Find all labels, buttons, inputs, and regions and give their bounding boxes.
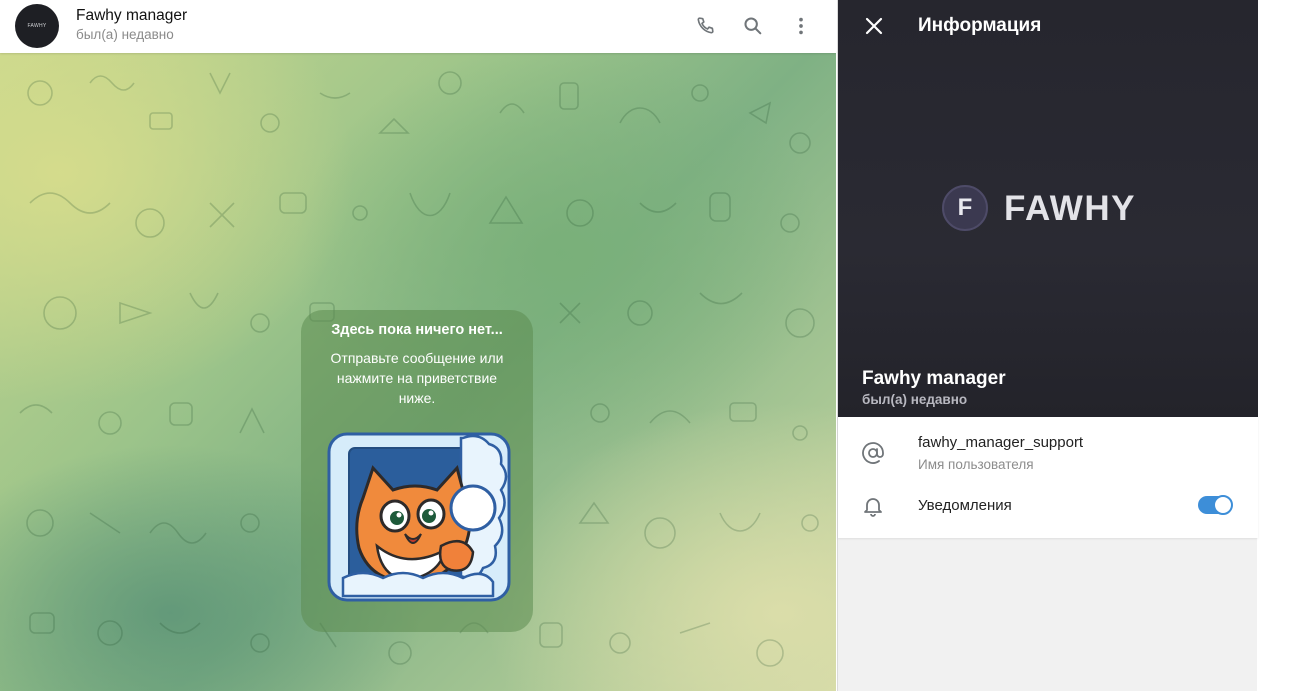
avatar-text: FAWHY xyxy=(27,23,47,29)
username-value[interactable]: fawhy_manager_support xyxy=(918,434,1083,451)
brand-logo-mark: F xyxy=(942,185,988,231)
chat-status: был(а) недавно xyxy=(76,27,174,42)
info-panel: Информация F FAWHY Fawhy manager был(а) … xyxy=(837,0,1258,691)
search-icon xyxy=(744,17,762,35)
at-sign-icon xyxy=(860,440,886,466)
username-caption: Имя пользователя xyxy=(918,457,1034,472)
more-button[interactable] xyxy=(784,9,818,43)
info-hero: Информация F FAWHY Fawhy manager был(а) … xyxy=(838,0,1258,417)
search-button[interactable] xyxy=(736,9,770,43)
profile-name: Fawhy manager xyxy=(862,368,1006,389)
close-button[interactable] xyxy=(858,10,890,42)
app-root: FAWHY Fawhy manager был(а) недавно Здесь… xyxy=(0,0,1291,691)
bell-icon xyxy=(860,493,886,519)
info-list: fawhy_manager_support Имя пользователя У… xyxy=(838,417,1258,538)
empty-chat-card: Здесь пока ничего нет... Отправьте сообщ… xyxy=(301,310,533,632)
empty-chat-title: Здесь пока ничего нет... xyxy=(331,322,503,338)
chat-background: Здесь пока ничего нет... Отправьте сообщ… xyxy=(0,53,836,691)
chat-header[interactable]: FAWHY Fawhy manager был(а) недавно xyxy=(0,0,836,53)
toggle-knob xyxy=(1213,495,1233,515)
brand-logo: F FAWHY xyxy=(942,185,1158,233)
notifications-label[interactable]: Уведомления xyxy=(918,497,1012,514)
brand-logo-text: FAWHY xyxy=(1004,189,1136,228)
notifications-toggle[interactable] xyxy=(1198,495,1233,515)
profile-status: был(а) недавно xyxy=(862,392,968,407)
avatar[interactable]: FAWHY xyxy=(15,4,59,48)
phone-icon xyxy=(697,17,714,34)
chat-title[interactable]: Fawhy manager xyxy=(76,7,187,25)
call-button[interactable] xyxy=(688,9,722,43)
empty-chat-text: Отправьте сообщение или нажмите на приве… xyxy=(330,350,504,406)
greeting-sticker[interactable] xyxy=(323,428,515,608)
close-icon xyxy=(865,17,883,35)
info-title: Информация xyxy=(918,15,1042,36)
chat-pane: FAWHY Fawhy manager был(а) недавно Здесь… xyxy=(0,0,836,691)
more-vertical-icon xyxy=(799,17,803,35)
